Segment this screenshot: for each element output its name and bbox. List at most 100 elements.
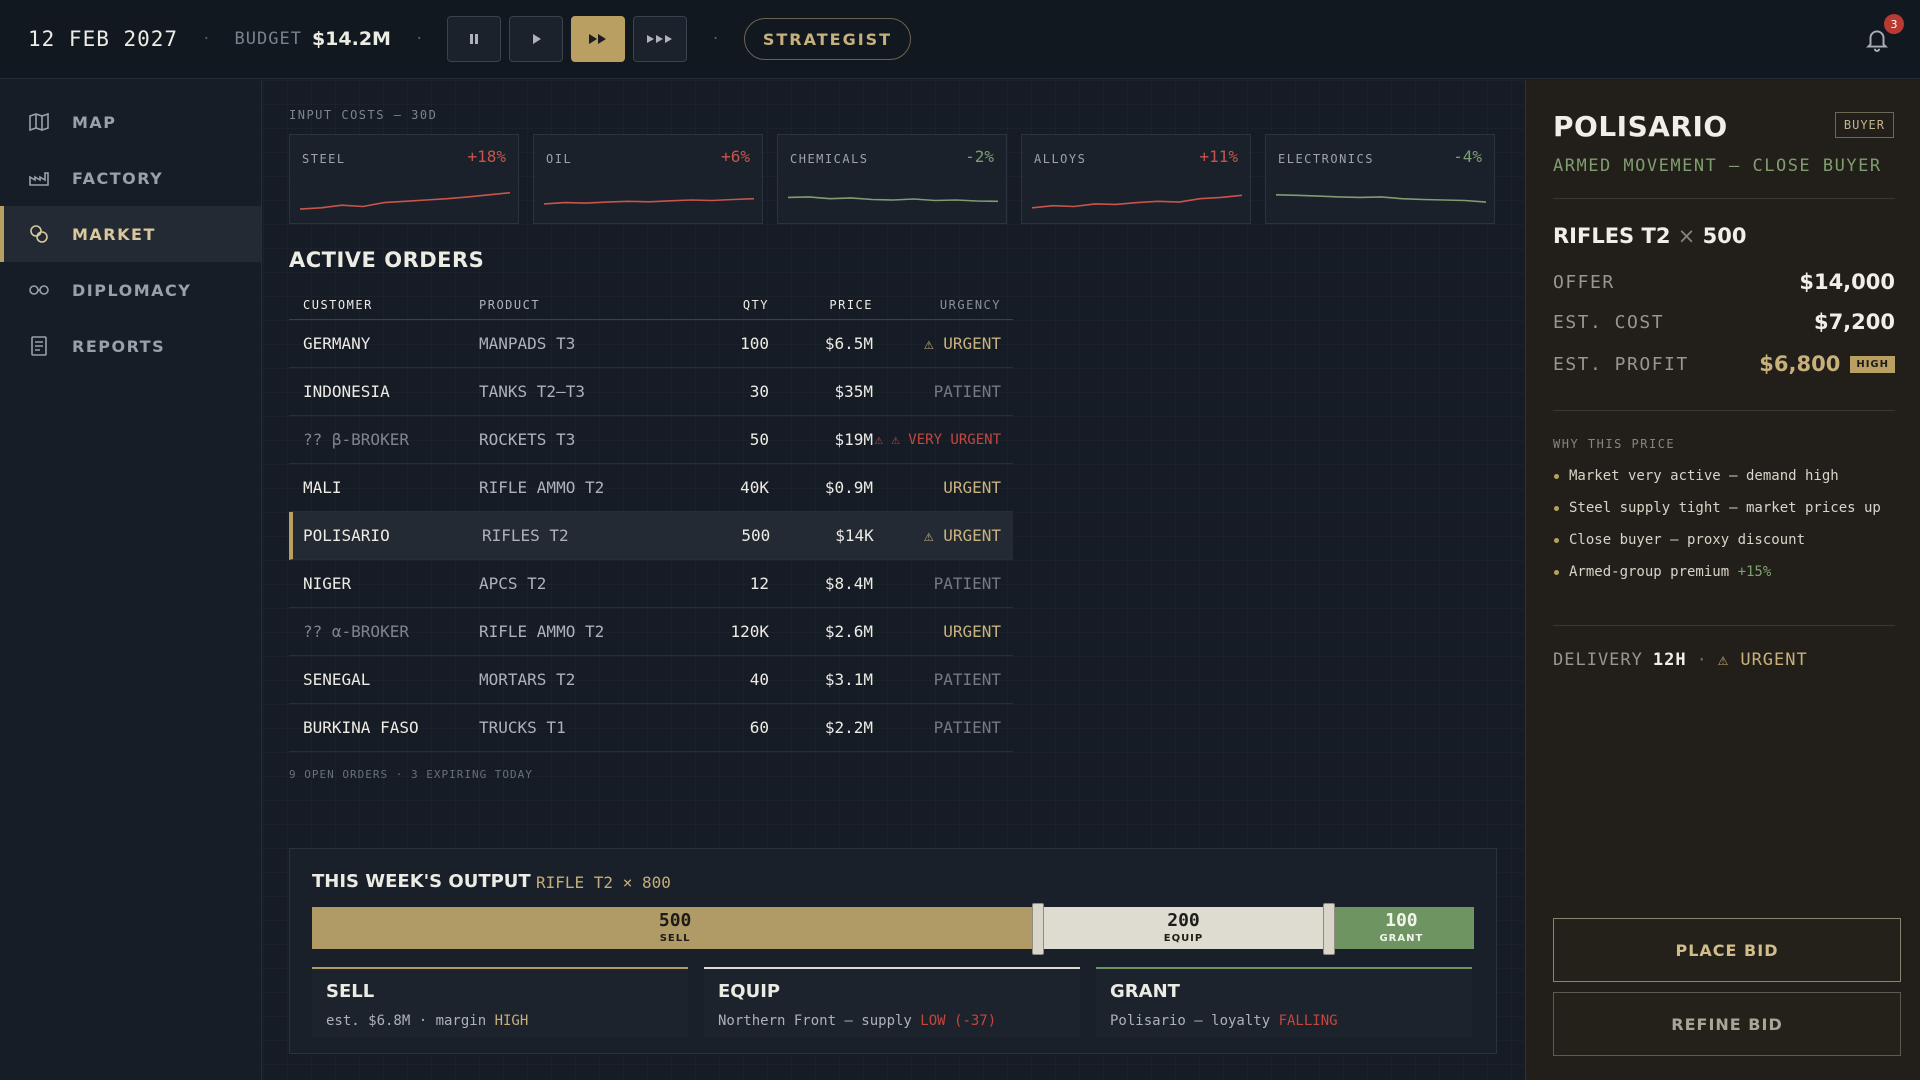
sidebar-item-label: MAP	[72, 112, 117, 132]
price-reasons: Market very active — demand high Steel s…	[1553, 466, 1895, 594]
order-price: $6.5M	[824, 334, 873, 353]
cost-card-chemicals[interactable]: CHEMICALS -2%	[777, 134, 1007, 224]
top-bar: 12 FEB 2027 · BUDGET $14.2M · · STRATEGI…	[0, 0, 1920, 79]
order-product: APCS T2	[479, 574, 547, 593]
divider	[1553, 198, 1895, 199]
fast-forward-button[interactable]	[571, 16, 626, 62]
order-urgency: URGENT	[943, 622, 1001, 641]
delivery-line: DELIVERY 12H · ⚠ URGENT	[1553, 650, 1808, 670]
fastest-button[interactable]	[633, 16, 688, 62]
allocation-card-title: GRANT	[1110, 981, 1180, 1002]
delivery-label: DELIVERY	[1553, 650, 1643, 670]
budget-label: BUDGET	[234, 29, 302, 49]
sparkline	[544, 197, 754, 205]
delivery-value: 12H	[1652, 650, 1687, 670]
order-price: $8.4M	[824, 574, 873, 593]
speed-controls	[447, 16, 688, 62]
sidebar-item-factory[interactable]: FACTORY	[0, 150, 261, 206]
table-row[interactable]: BURKINA FASO TRUCKS T1 60 $2.2M PATIENT	[289, 704, 1013, 752]
pause-button[interactable]	[447, 16, 502, 62]
order-urgency: URGENT	[943, 478, 1001, 497]
table-row[interactable]: ?? α-BROKER RIFLE AMMO T2 120K $2.6M URG…	[289, 608, 1013, 656]
order-qty: 30	[749, 382, 769, 401]
order-urgency: ⚠ ⚠ VERY URGENT	[874, 431, 1001, 448]
table-row[interactable]: NIGER APCS T2 12 $8.4M PATIENT	[289, 560, 1013, 608]
allocation-handle[interactable]	[1322, 903, 1335, 955]
input-costs-caption: INPUT COSTS — 30D	[289, 108, 438, 122]
table-row[interactable]: POLISARIO RIFLES T2 500 $14K ⚠ URGENT	[289, 512, 1013, 560]
cost-card-oil[interactable]: OIL +6%	[533, 134, 763, 224]
order-price: $19M	[834, 430, 873, 449]
segment-label: EQUIP	[1163, 933, 1204, 944]
order-price: $14K	[835, 526, 874, 545]
offer-label: OFFER	[1553, 271, 1615, 293]
allocation-card-equip[interactable]: EQUIP Northern Front — supply LOW (-37)	[704, 967, 1080, 1037]
cost-value: $7,200	[1813, 310, 1895, 334]
order-detail-panel: POLISARIO BUYER ARMED MOVEMENT — CLOSE B…	[1525, 80, 1920, 1080]
play-button[interactable]	[509, 16, 564, 62]
orders-table: CUSTOMER PRODUCT QTY PRICE URGENCY GERMA…	[289, 290, 1013, 752]
sidebar-item-map[interactable]: MAP	[0, 94, 261, 150]
order-price: $2.6M	[824, 622, 873, 641]
header-price[interactable]: PRICE	[769, 298, 873, 312]
reports-icon	[31, 336, 47, 356]
order-customer: GERMANY	[303, 334, 371, 353]
header-qty[interactable]: QTY	[689, 298, 769, 312]
order-urgency: PATIENT	[933, 574, 1001, 593]
order-qty: 12	[749, 574, 769, 593]
segment-grant[interactable]: 100 GRANT	[1328, 907, 1474, 949]
order-qty: 120K	[730, 622, 769, 641]
market-icon	[30, 225, 48, 243]
allocation-card-desc: est. $6.8M · margin HIGH	[326, 1013, 529, 1029]
order-customer: SENEGAL	[303, 670, 371, 689]
table-row[interactable]: SENEGAL MORTARS T2 40 $3.1M PATIENT	[289, 656, 1013, 704]
allocation-card-title: SELL	[326, 981, 375, 1002]
allocation-bar[interactable]: 500 SELL 200 EQUIP 100 GRANT	[312, 903, 1474, 955]
table-row[interactable]: MALI RIFLE AMMO T2 40K $0.9M URGENT	[289, 464, 1013, 512]
detail-customer-name: POLISARIO	[1553, 110, 1728, 143]
cost-delta: +18%	[467, 147, 506, 166]
segment-value: 500	[658, 910, 692, 931]
allocation-highlight: FALLING	[1278, 1013, 1338, 1029]
header-urgency[interactable]: URGENCY	[873, 298, 1013, 312]
refine-bid-button[interactable]: REFINE BID	[1553, 992, 1901, 1056]
order-product: TRUCKS T1	[479, 718, 566, 737]
profit-line: EST. PROFIT $6,800 HIGH	[1553, 352, 1895, 376]
order-customer: ?? β-BROKER	[303, 430, 409, 449]
triple-forward-icon	[647, 35, 673, 43]
sidebar-item-market[interactable]: MARKET	[0, 206, 261, 262]
role-pill[interactable]: STRATEGIST	[743, 18, 912, 60]
order-product: RIFLE AMMO T2	[479, 478, 605, 497]
list-item: Armed-group premium +15%	[1553, 562, 1895, 582]
order-price: $35M	[834, 382, 873, 401]
order-product: RIFLE AMMO T2	[479, 622, 605, 641]
order-product: MANPADS T3	[479, 334, 576, 353]
cost-name: STEEL	[302, 152, 346, 166]
orders-title: ACTIVE ORDERS	[289, 248, 485, 272]
detail-product: RIFLES T2 × 500	[1553, 224, 1747, 248]
segment-sell[interactable]: 500 SELL	[312, 907, 1039, 949]
allocation-highlight: LOW (-37)	[920, 1013, 997, 1029]
orders-header-row: CUSTOMER PRODUCT QTY PRICE URGENCY	[289, 290, 1013, 320]
allocation-card-sell[interactable]: SELL est. $6.8M · margin HIGH	[312, 967, 688, 1037]
allocation-handle[interactable]	[1032, 903, 1045, 955]
table-row[interactable]: ?? β-BROKER ROCKETS T3 50 $19M ⚠ ⚠ VERY …	[289, 416, 1013, 464]
profit-value: $6,800	[1759, 352, 1841, 376]
sidebar-item-reports[interactable]: REPORTS	[0, 318, 261, 374]
table-row[interactable]: GERMANY MANPADS T3 100 $6.5M ⚠ URGENT	[289, 320, 1013, 368]
header-product[interactable]: PRODUCT	[479, 298, 689, 312]
table-row[interactable]: INDONESIA TANKS T2–T3 30 $35M PATIENT	[289, 368, 1013, 416]
separator: ·	[202, 31, 211, 47]
allocation-card-grant[interactable]: GRANT Polisario — loyalty FALLING	[1096, 967, 1472, 1037]
cost-card-alloys[interactable]: ALLOYS +11%	[1021, 134, 1251, 224]
segment-label: SELL	[659, 933, 691, 944]
cost-card-steel[interactable]: STEEL +18%	[289, 134, 519, 224]
place-bid-button[interactable]: PLACE BID	[1553, 918, 1901, 982]
sparkline	[1032, 194, 1242, 209]
header-customer[interactable]: CUSTOMER	[289, 298, 479, 312]
factory-icon	[29, 172, 49, 186]
sidebar-item-diplomacy[interactable]: DIPLOMACY	[0, 262, 261, 318]
segment-equip[interactable]: 200 EQUIP	[1038, 907, 1329, 949]
profit-label: EST. PROFIT	[1553, 353, 1689, 375]
cost-card-electronics[interactable]: ELECTRONICS -4%	[1265, 134, 1495, 224]
